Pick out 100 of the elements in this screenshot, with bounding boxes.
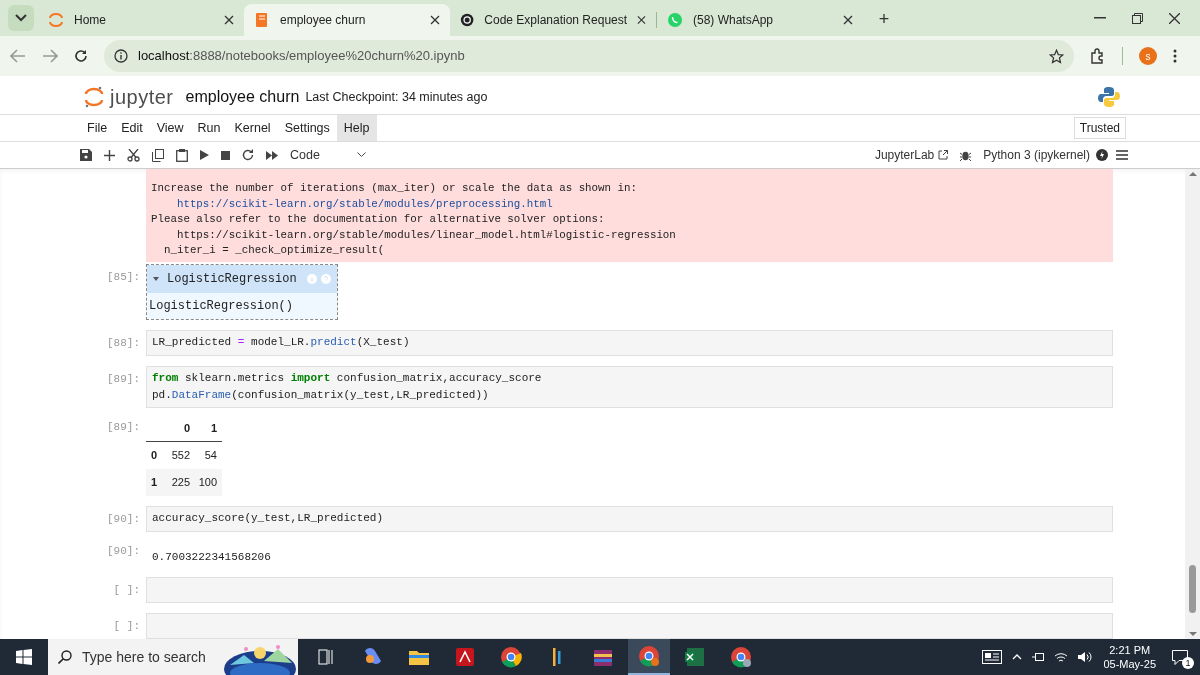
clock-date[interactable]: 05-May-25 bbox=[1103, 657, 1156, 671]
notification-button[interactable]: 1 bbox=[1166, 645, 1194, 669]
more-icon[interactable] bbox=[1173, 49, 1177, 63]
kernel-name[interactable]: Python 3 (ipykernel) bbox=[983, 146, 1090, 164]
taskbar-search-field[interactable]: Type here to search bbox=[48, 639, 298, 675]
cell-prompt: [ ]: bbox=[113, 584, 140, 596]
kernel-status-icon bbox=[1096, 149, 1108, 161]
browser-tab[interactable]: employee churn bbox=[244, 4, 450, 36]
output-line: Please also refer to the documentation for alternative solver options: bbox=[151, 213, 605, 225]
fast-forward-icon[interactable] bbox=[266, 150, 278, 160]
chrome-profile-icon[interactable] bbox=[637, 644, 661, 668]
restore-icon[interactable] bbox=[1132, 12, 1143, 24]
news-widget-icon[interactable] bbox=[982, 650, 1003, 664]
copy-icon[interactable] bbox=[152, 148, 164, 162]
info-icon[interactable] bbox=[114, 49, 128, 63]
close-icon[interactable] bbox=[224, 15, 234, 25]
new-tab-button[interactable]: + bbox=[873, 8, 895, 30]
paste-icon[interactable] bbox=[176, 148, 188, 162]
menu-item[interactable]: Edit bbox=[114, 115, 150, 141]
restart-icon[interactable] bbox=[242, 149, 254, 161]
search-icon bbox=[58, 650, 72, 664]
caret-icon[interactable] bbox=[153, 276, 159, 281]
table-cell: 100 bbox=[198, 476, 217, 489]
close-icon[interactable] bbox=[637, 15, 646, 25]
bug-icon[interactable] bbox=[960, 149, 972, 161]
notebook-icon bbox=[254, 12, 270, 28]
cell-prompt: [ ]: bbox=[113, 620, 140, 632]
external-link-icon[interactable] bbox=[938, 150, 949, 160]
menu-item[interactable]: Run bbox=[190, 115, 228, 141]
tab-title: Home bbox=[74, 12, 107, 29]
cell-prompt: [89]: bbox=[107, 421, 140, 433]
trusted-badge[interactable]: Trusted bbox=[1073, 117, 1126, 139]
menu-item[interactable]: Kernel bbox=[227, 115, 278, 141]
reload-icon[interactable] bbox=[74, 49, 88, 63]
extensions-icon[interactable] bbox=[1090, 48, 1106, 64]
chrome-profile-icon[interactable] bbox=[729, 645, 753, 669]
save-icon[interactable] bbox=[80, 149, 92, 161]
cell-prompt: [90]: bbox=[107, 545, 140, 557]
scroll-thumb[interactable] bbox=[1189, 565, 1196, 613]
column-header: 1 bbox=[210, 422, 217, 435]
output-link[interactable]: https://scikit-learn.org/stable/modules/preprocessing.html bbox=[151, 197, 553, 210]
back-icon[interactable] bbox=[10, 49, 26, 63]
forward-icon[interactable] bbox=[42, 49, 58, 63]
run-icon[interactable] bbox=[200, 150, 209, 160]
add-cell-icon[interactable] bbox=[104, 149, 115, 161]
menu-item[interactable]: View bbox=[149, 115, 191, 141]
output-line: n_iter_i = _check_optimize_result( bbox=[162, 244, 385, 256]
notification-icon bbox=[1172, 649, 1188, 665]
cell-prompt: [85]: bbox=[107, 270, 140, 283]
code-cell[interactable] bbox=[146, 577, 1113, 603]
code-line: from sklearn.metrics import confusion_matrix,accuracy_score bbox=[152, 371, 543, 386]
minimize-icon[interactable] bbox=[1094, 17, 1106, 19]
pdf-icon[interactable] bbox=[453, 645, 477, 669]
chrome-icon[interactable] bbox=[499, 645, 523, 669]
code-line: pd.DataFrame(confusion_matrix(y_test,LR_predicted)) bbox=[152, 388, 490, 403]
jupyterlab-link[interactable]: JupyterLab bbox=[874, 146, 935, 164]
address-bar[interactable]: localhost:8888/notebooks/employee%20churn%20.ipynb bbox=[104, 40, 1074, 72]
tab-title: (58) WhatsApp bbox=[693, 12, 775, 29]
cell-type-dropdown[interactable]: Code bbox=[290, 145, 366, 165]
code-cell[interactable]: accuracy_score(y_test,LR_predicted) bbox=[146, 506, 1113, 532]
jupyter-logo-icon bbox=[84, 85, 104, 109]
code-cell[interactable]: LR_predicted = model_LR.predict(X_test) bbox=[146, 330, 1113, 356]
code-cell[interactable] bbox=[146, 613, 1113, 639]
output-text: 0.7003222341568206 bbox=[152, 551, 271, 563]
code-cell[interactable]: from sklearn.metrics import confusion_matrix,accuracy_score pd.DataFrame(confusion_matrix(y_test,LR_predicted)) bbox=[146, 366, 1113, 408]
browser-tab[interactable]: Home bbox=[38, 4, 244, 36]
menu-item[interactable]: Help bbox=[336, 115, 377, 141]
spreadsheet-icon[interactable] bbox=[683, 645, 707, 669]
close-icon[interactable] bbox=[430, 15, 440, 25]
row-index: 1 bbox=[151, 476, 158, 489]
wifi-icon[interactable] bbox=[1054, 651, 1069, 663]
browser-tab[interactable]: Code Explanation Request bbox=[450, 4, 656, 36]
cut-icon[interactable] bbox=[127, 148, 140, 162]
output-line: https://scikit-learn.org/stable/modules/linear_model.html#logistic-regression bbox=[175, 228, 676, 241]
battery-plug-icon[interactable] bbox=[1032, 652, 1045, 662]
table-cell: 552 bbox=[171, 449, 190, 462]
speaker-icon[interactable] bbox=[1078, 651, 1094, 663]
menu-item[interactable]: File bbox=[80, 115, 115, 141]
scroll-down-icon[interactable] bbox=[1188, 632, 1197, 637]
clock-time[interactable]: 2:21 PM bbox=[1109, 643, 1151, 657]
notification-count: 1 bbox=[1182, 657, 1194, 669]
jupyter-logo-icon bbox=[48, 12, 64, 28]
close-icon[interactable] bbox=[843, 15, 853, 25]
tab-title: Code Explanation Request bbox=[484, 12, 628, 29]
menu-icon[interactable] bbox=[1116, 150, 1128, 160]
python-logo-icon bbox=[1098, 86, 1120, 108]
notebook-title[interactable]: employee churn bbox=[185, 85, 300, 109]
menu-item[interactable]: Settings bbox=[277, 115, 337, 141]
row-index: 0 bbox=[151, 449, 158, 462]
chevron-up-icon[interactable] bbox=[1012, 654, 1023, 660]
cell-prompt: [88]: bbox=[107, 337, 140, 349]
tab-search-button[interactable] bbox=[8, 5, 34, 31]
close-icon[interactable] bbox=[1169, 12, 1180, 24]
scrollbar[interactable] bbox=[1185, 169, 1200, 639]
bookmark-star-icon[interactable] bbox=[1049, 48, 1064, 64]
browser-tab[interactable]: (58) WhatsApp bbox=[657, 4, 863, 36]
scroll-up-icon[interactable] bbox=[1188, 171, 1197, 176]
chevron-down-icon bbox=[357, 152, 366, 158]
windows-start-icon[interactable] bbox=[16, 649, 32, 665]
stop-icon[interactable] bbox=[221, 150, 230, 160]
